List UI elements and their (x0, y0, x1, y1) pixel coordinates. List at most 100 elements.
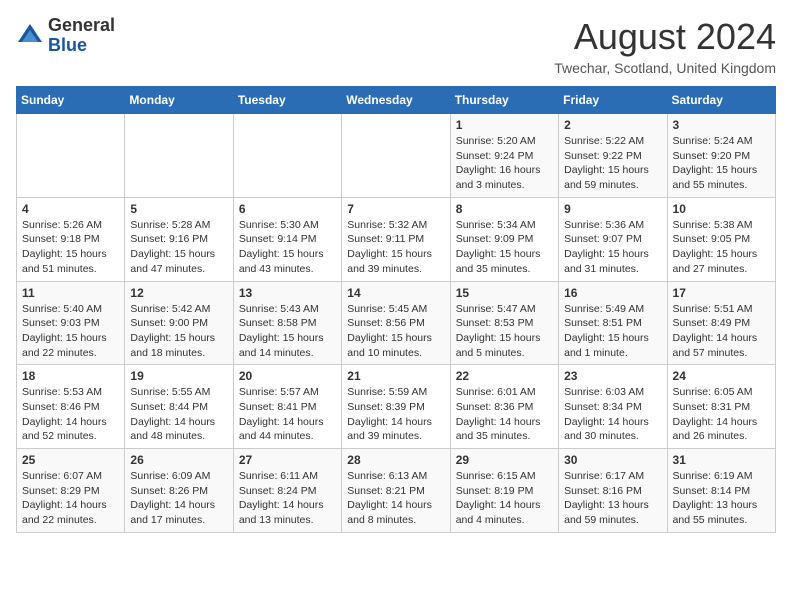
calendar-cell (342, 114, 450, 198)
day-number: 17 (673, 286, 770, 300)
day-number: 25 (22, 453, 119, 467)
day-info: Sunrise: 5:38 AMSunset: 9:05 PMDaylight:… (673, 218, 770, 277)
header-row: SundayMondayTuesdayWednesdayThursdayFrid… (17, 87, 776, 114)
calendar-cell: 26Sunrise: 6:09 AMSunset: 8:26 PMDayligh… (125, 449, 233, 533)
calendar-cell: 30 Sunrise: 6:17 AMSunset: 8:16 PMDayligh… (559, 449, 667, 533)
day-info: Sunrise: 5:55 AMSunset: 8:44 PMDaylight:… (130, 385, 227, 444)
header-cell-thursday: Thursday (450, 87, 558, 114)
header-cell-sunday: Sunday (17, 87, 125, 114)
calendar-cell: 29Sunrise: 6:15 AMSunset: 8:19 PMDayligh… (450, 449, 558, 533)
day-number: 31 (673, 453, 770, 467)
calendar-cell: 16 Sunrise: 5:49 AMSunset: 8:51 PMDayligh… (559, 281, 667, 365)
day-info: Sunrise: 5:34 AMSunset: 9:09 PMDaylight:… (456, 218, 553, 277)
header-cell-monday: Monday (125, 87, 233, 114)
day-number: 19 (130, 369, 227, 383)
calendar-week-2: 11 Sunrise: 5:40 AMSunset: 9:03 PMDayligh… (17, 281, 776, 365)
logo-general-text: General (48, 16, 115, 36)
day-info: Sunrise: 5:47 AMSunset: 8:53 PMDaylight:… (456, 302, 553, 361)
month-title: August 2024 (554, 16, 776, 58)
calendar-cell: 11 Sunrise: 5:40 AMSunset: 9:03 PMDayligh… (17, 281, 125, 365)
day-info: Sunrise: 6:05 AMSunset: 8:31 PMDaylight:… (673, 385, 770, 444)
calendar-cell: 8 Sunrise: 5:34 AMSunset: 9:09 PMDaylight… (450, 197, 558, 281)
day-info: Sunrise: 5:53 AMSunset: 8:46 PMDaylight:… (22, 385, 119, 444)
day-info: Sunrise: 5:36 AMSunset: 9:07 PMDaylight:… (564, 218, 661, 277)
calendar-cell: 18Sunrise: 5:53 AMSunset: 8:46 PMDayligh… (17, 365, 125, 449)
calendar-cell (17, 114, 125, 198)
calendar-cell: 24 Sunrise: 6:05 AMSunset: 8:31 PMDayligh… (667, 365, 775, 449)
day-number: 21 (347, 369, 444, 383)
day-number: 24 (673, 369, 770, 383)
header-cell-tuesday: Tuesday (233, 87, 341, 114)
calendar-cell: 22Sunrise: 6:01 AMSunset: 8:36 PMDayligh… (450, 365, 558, 449)
calendar-cell: 7 Sunrise: 5:32 AMSunset: 9:11 PMDaylight… (342, 197, 450, 281)
calendar-header: SundayMondayTuesdayWednesdayThursdayFrid… (17, 87, 776, 114)
calendar-cell: 3 Sunrise: 5:24 AMSunset: 9:20 PMDaylight… (667, 114, 775, 198)
calendar-body: 1Sunrise: 5:20 AMSunset: 9:24 PMDaylight… (17, 114, 776, 533)
day-info: Sunrise: 6:11 AMSunset: 8:24 PMDaylight:… (239, 469, 336, 528)
day-number: 26 (130, 453, 227, 467)
day-number: 14 (347, 286, 444, 300)
day-number: 1 (456, 118, 553, 132)
logo: General Blue (16, 16, 115, 56)
day-number: 30 (564, 453, 661, 467)
day-number: 28 (347, 453, 444, 467)
header-cell-wednesday: Wednesday (342, 87, 450, 114)
day-number: 3 (673, 118, 770, 132)
calendar-cell: 15Sunrise: 5:47 AMSunset: 8:53 PMDayligh… (450, 281, 558, 365)
day-number: 5 (130, 202, 227, 216)
day-info: Sunrise: 5:45 AMSunset: 8:56 PMDaylight:… (347, 302, 444, 361)
day-number: 16 (564, 286, 661, 300)
day-info: Sunrise: 5:26 AMSunset: 9:18 PMDaylight:… (22, 218, 119, 277)
day-number: 13 (239, 286, 336, 300)
day-number: 8 (456, 202, 553, 216)
calendar-week-4: 25 Sunrise: 6:07 AMSunset: 8:29 PMDayligh… (17, 449, 776, 533)
day-number: 7 (347, 202, 444, 216)
calendar-cell: 6 Sunrise: 5:30 AMSunset: 9:14 PMDaylight… (233, 197, 341, 281)
day-info: Sunrise: 5:24 AMSunset: 9:20 PMDaylight:… (673, 134, 770, 193)
day-info: Sunrise: 5:22 AMSunset: 9:22 PMDaylight:… (564, 134, 661, 193)
day-info: Sunrise: 6:07 AMSunset: 8:29 PMDaylight:… (22, 469, 119, 528)
calendar-week-3: 18Sunrise: 5:53 AMSunset: 8:46 PMDayligh… (17, 365, 776, 449)
calendar-cell: 12Sunrise: 5:42 AMSunset: 9:00 PMDayligh… (125, 281, 233, 365)
calendar-cell (125, 114, 233, 198)
calendar-week-0: 1Sunrise: 5:20 AMSunset: 9:24 PMDaylight… (17, 114, 776, 198)
day-number: 27 (239, 453, 336, 467)
day-number: 4 (22, 202, 119, 216)
title-block: August 2024 Twechar, Scotland, United Ki… (554, 16, 776, 76)
day-number: 6 (239, 202, 336, 216)
day-info: Sunrise: 5:43 AMSunset: 8:58 PMDaylight:… (239, 302, 336, 361)
day-info: Sunrise: 6:01 AMSunset: 8:36 PMDaylight:… (456, 385, 553, 444)
calendar-cell: 4 Sunrise: 5:26 AMSunset: 9:18 PMDaylight… (17, 197, 125, 281)
day-info: Sunrise: 5:59 AMSunset: 8:39 PMDaylight:… (347, 385, 444, 444)
calendar-cell (233, 114, 341, 198)
calendar-cell: 20 Sunrise: 5:57 AMSunset: 8:41 PMDayligh… (233, 365, 341, 449)
day-info: Sunrise: 6:17 AMSunset: 8:16 PMDaylight:… (564, 469, 661, 528)
day-info: Sunrise: 5:49 AMSunset: 8:51 PMDaylight:… (564, 302, 661, 361)
day-info: Sunrise: 5:42 AMSunset: 9:00 PMDaylight:… (130, 302, 227, 361)
day-info: Sunrise: 5:32 AMSunset: 9:11 PMDaylight:… (347, 218, 444, 277)
calendar-cell: 23Sunrise: 6:03 AMSunset: 8:34 PMDayligh… (559, 365, 667, 449)
day-number: 11 (22, 286, 119, 300)
page-header: General Blue August 2024 Twechar, Scotla… (16, 16, 776, 76)
header-cell-friday: Friday (559, 87, 667, 114)
day-number: 9 (564, 202, 661, 216)
calendar-cell: 17 Sunrise: 5:51 AMSunset: 8:49 PMDayligh… (667, 281, 775, 365)
day-number: 10 (673, 202, 770, 216)
calendar-table: SundayMondayTuesdayWednesdayThursdayFrid… (16, 86, 776, 533)
logo-blue-text: Blue (48, 36, 115, 56)
calendar-cell: 27 Sunrise: 6:11 AMSunset: 8:24 PMDayligh… (233, 449, 341, 533)
calendar-cell: 13 Sunrise: 5:43 AMSunset: 8:58 PMDayligh… (233, 281, 341, 365)
day-info: Sunrise: 6:13 AMSunset: 8:21 PMDaylight:… (347, 469, 444, 528)
calendar-cell: 5Sunrise: 5:28 AMSunset: 9:16 PMDaylight… (125, 197, 233, 281)
day-info: Sunrise: 5:30 AMSunset: 9:14 PMDaylight:… (239, 218, 336, 277)
day-info: Sunrise: 5:57 AMSunset: 8:41 PMDaylight:… (239, 385, 336, 444)
day-number: 20 (239, 369, 336, 383)
day-info: Sunrise: 5:40 AMSunset: 9:03 PMDaylight:… (22, 302, 119, 361)
day-number: 29 (456, 453, 553, 467)
logo-icon (16, 22, 44, 50)
calendar-cell: 19 Sunrise: 5:55 AMSunset: 8:44 PMDayligh… (125, 365, 233, 449)
day-info: Sunrise: 6:03 AMSunset: 8:34 PMDaylight:… (564, 385, 661, 444)
calendar-cell: 21 Sunrise: 5:59 AMSunset: 8:39 PMDayligh… (342, 365, 450, 449)
calendar-cell: 31Sunrise: 6:19 AMSunset: 8:14 PMDayligh… (667, 449, 775, 533)
day-info: Sunrise: 5:51 AMSunset: 8:49 PMDaylight:… (673, 302, 770, 361)
